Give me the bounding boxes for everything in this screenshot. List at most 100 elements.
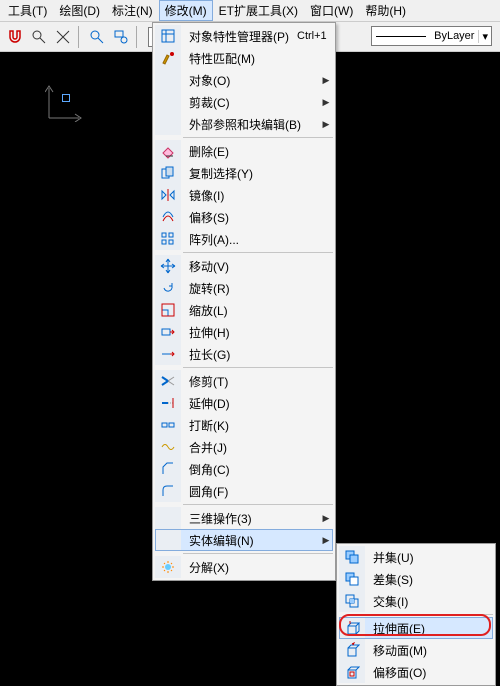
menu-item-label: 阵列(A)... <box>181 231 319 248</box>
menu-item-label: 偏移(S) <box>181 209 319 226</box>
menu-separator <box>183 504 333 505</box>
menu-separator <box>367 614 493 615</box>
menu-item[interactable]: 阵列(A)... <box>155 228 333 250</box>
menu-item[interactable]: 镜像(I) <box>155 184 333 206</box>
menu-item[interactable]: 拉伸面(E) <box>339 617 493 639</box>
blank-icon <box>155 69 181 91</box>
menu-item-label: 三维操作(3) <box>181 510 319 527</box>
linetype-preview <box>376 36 426 37</box>
menu-item-label: 打断(K) <box>181 417 319 434</box>
menu-item[interactable]: 实体编辑(N)▶ <box>155 529 333 551</box>
chamfer-icon <box>155 458 181 480</box>
menu-item[interactable]: 对象(O)▶ <box>155 69 333 91</box>
menu-item-label: 对象(O) <box>181 72 319 89</box>
menu-item-label: 外部参照和块编辑(B) <box>181 116 319 133</box>
menu-item-label: 偏移面(O) <box>365 664 479 681</box>
menu-item[interactable]: 特性匹配(M) <box>155 47 333 69</box>
menu-item-label: 对象特性管理器(P) <box>181 28 297 45</box>
toolbar-separator <box>136 26 140 48</box>
menu-item-label: 拉伸面(E) <box>365 620 479 637</box>
menubar-item[interactable]: 标注(N) <box>106 0 159 21</box>
menubar-item[interactable]: 修改(M) <box>159 0 213 21</box>
menu-item-label: 延伸(D) <box>181 395 319 412</box>
modify-menu: 对象特性管理器(P)Ctrl+1特性匹配(M)对象(O)▶剪裁(C)▶外部参照和… <box>152 22 336 581</box>
menu-item[interactable]: 缩放(L) <box>155 299 333 321</box>
menu-item-label: 合并(J) <box>181 439 319 456</box>
menu-item[interactable]: 外部参照和块编辑(B)▶ <box>155 113 333 135</box>
menu-item[interactable]: 拉伸(H) <box>155 321 333 343</box>
menu-item-label: 拉伸(H) <box>181 324 319 341</box>
menu-item[interactable]: 倒角(C) <box>155 458 333 480</box>
menu-item[interactable]: 修剪(T) <box>155 370 333 392</box>
menubar-item[interactable]: ET扩展工具(X) <box>213 0 304 21</box>
tb-find-icon[interactable] <box>28 26 50 48</box>
intersect-icon <box>339 590 365 612</box>
stretch-icon <box>155 321 181 343</box>
extend-icon <box>155 392 181 414</box>
menu-item[interactable]: 剪裁(C)▶ <box>155 91 333 113</box>
menu-item-label: 特性匹配(M) <box>181 50 319 67</box>
menu-item[interactable]: 移动面(M) <box>339 639 493 661</box>
tb-clear-icon[interactable] <box>52 26 74 48</box>
menu-item-label: 删除(E) <box>181 143 319 160</box>
menu-item-label: 修剪(T) <box>181 373 319 390</box>
menu-item[interactable]: 并集(U) <box>339 546 493 568</box>
toolbar-separator <box>78 26 82 48</box>
menu-item[interactable]: 延伸(D) <box>155 392 333 414</box>
blank-icon <box>155 507 181 529</box>
offsetf-icon <box>339 661 365 683</box>
menu-item[interactable]: 移动(V) <box>155 255 333 277</box>
menu-item-label: 分解(X) <box>181 559 319 576</box>
menu-item-label: 拉长(G) <box>181 346 319 363</box>
menu-item[interactable]: 拉长(G) <box>155 343 333 365</box>
menu-item[interactable]: 删除(E) <box>155 140 333 162</box>
menu-item-label: 移动(V) <box>181 258 319 275</box>
menu-item-label: 复制选择(Y) <box>181 165 319 182</box>
menu-item-label: 交集(I) <box>365 593 479 610</box>
tb-magnet-icon[interactable] <box>4 26 26 48</box>
menubar-item[interactable]: 工具(T) <box>2 0 53 21</box>
movef-icon <box>339 639 365 661</box>
submenu-arrow-icon: ▶ <box>319 535 333 546</box>
menu-item[interactable]: 三维操作(3)▶ <box>155 507 333 529</box>
menu-accelerator: Ctrl+1 <box>297 30 335 42</box>
menu-separator <box>183 252 333 253</box>
explode-icon <box>155 556 181 578</box>
menu-item[interactable]: 复制选择(Y) <box>155 162 333 184</box>
menubar-item[interactable]: 绘图(D) <box>53 0 106 21</box>
tb-zoom-win-icon[interactable] <box>110 26 132 48</box>
menu-separator <box>183 367 333 368</box>
props-icon <box>155 25 181 47</box>
menu-item[interactable]: 差集(S) <box>339 568 493 590</box>
menu-item[interactable]: 分解(X) <box>155 556 333 578</box>
menubar-item[interactable]: 帮助(H) <box>359 0 412 21</box>
lengthen-icon <box>155 343 181 365</box>
chevron-down-icon: ▾ <box>478 30 491 43</box>
mirror-icon <box>155 184 181 206</box>
submenu-arrow-icon: ▶ <box>319 97 333 108</box>
menu-item[interactable]: 交集(I) <box>339 590 493 612</box>
menu-item[interactable]: 合并(J) <box>155 436 333 458</box>
ucs-icon <box>45 82 85 122</box>
array-icon <box>155 228 181 250</box>
tb-zoom-icon[interactable] <box>86 26 108 48</box>
menu-item-label: 剪裁(C) <box>181 94 319 111</box>
blank-icon <box>155 91 181 113</box>
menu-item[interactable]: 打断(K) <box>155 414 333 436</box>
menu-item[interactable]: 偏移(S) <box>155 206 333 228</box>
menu-item[interactable]: 旋转(R) <box>155 277 333 299</box>
selection-grip[interactable] <box>62 94 70 102</box>
break-icon <box>155 414 181 436</box>
menu-item[interactable]: 对象特性管理器(P)Ctrl+1 <box>155 25 333 47</box>
erase-icon <box>155 140 181 162</box>
menu-item-label: 并集(U) <box>365 549 479 566</box>
menubar-item[interactable]: 窗口(W) <box>304 0 359 21</box>
join-icon <box>155 436 181 458</box>
union-icon <box>339 546 365 568</box>
menu-item[interactable]: 圆角(F) <box>155 480 333 502</box>
linetype-combo[interactable]: ByLayer ▾ <box>371 26 492 46</box>
menu-item-label: 差集(S) <box>365 571 479 588</box>
match-icon <box>155 47 181 69</box>
menu-item[interactable]: 偏移面(O) <box>339 661 493 683</box>
menubar: 工具(T)绘图(D)标注(N)修改(M)ET扩展工具(X)窗口(W)帮助(H) <box>0 0 500 22</box>
